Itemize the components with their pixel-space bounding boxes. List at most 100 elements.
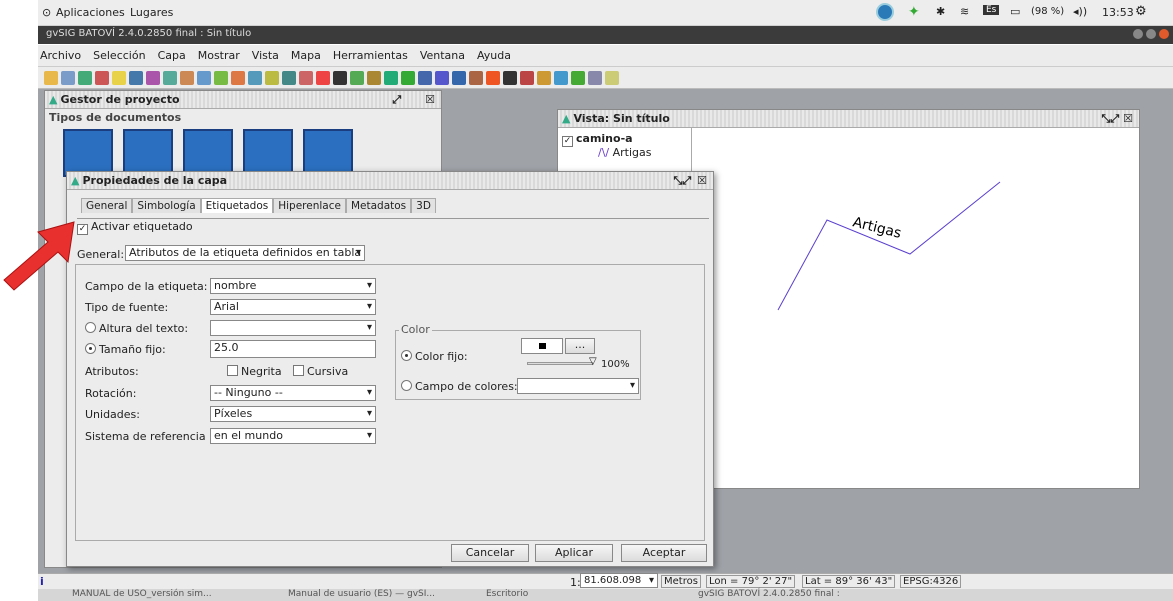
clock[interactable]: 13:53	[1102, 6, 1134, 19]
map-canvas[interactable]: Artigas	[692, 128, 1140, 488]
color-fijo-option[interactable]: Color fijo:	[401, 350, 468, 363]
bold-option[interactable]: Negrita	[227, 365, 282, 378]
menu-ayuda[interactable]: Ayuda	[477, 49, 511, 62]
toolbar-tool-icon[interactable]	[129, 70, 143, 85]
color-picker-button[interactable]: ...	[565, 338, 595, 354]
transparency-slider[interactable]	[527, 362, 593, 365]
altura-select[interactable]	[210, 320, 376, 336]
campo-colores-select[interactable]	[517, 378, 639, 394]
color-fijo-radio[interactable]	[401, 350, 412, 361]
toolbar-tool-icon[interactable]	[350, 70, 364, 85]
close-view-icon[interactable]: ☒	[1123, 112, 1133, 125]
task-item-browser[interactable]: Manual de usuario (ES) — gvSI...	[288, 589, 435, 599]
toolbar-tool-icon[interactable]	[299, 70, 313, 85]
slider-thumb-icon[interactable]: ▽	[589, 356, 597, 367]
tab-hiperenlace[interactable]: Hiperenlace	[273, 198, 346, 213]
toolbar-tool-icon[interactable]	[520, 70, 534, 85]
close-icon[interactable]	[1159, 29, 1169, 39]
toolbar-tool-icon[interactable]	[384, 70, 398, 85]
bold-checkbox[interactable]	[227, 365, 238, 376]
task-item-desktop[interactable]: Escritorio	[486, 589, 528, 599]
close-dialog-icon[interactable]: ☒	[697, 174, 707, 187]
altura-option[interactable]: Altura del texto:	[85, 322, 188, 335]
apply-button[interactable]: Aplicar	[535, 544, 613, 562]
menu-archivo[interactable]: Archivo	[40, 49, 81, 62]
activate-labeling[interactable]: ✓ Activar etiquetado	[77, 220, 193, 235]
minimize-icon[interactable]	[1133, 29, 1143, 39]
tab-metadatos[interactable]: Metadatos	[345, 198, 412, 213]
unidades-select[interactable]: Píxeles	[210, 406, 376, 422]
toolbar-tool-icon[interactable]	[469, 70, 483, 85]
menu-mapa[interactable]: Mapa	[291, 49, 321, 62]
map-doc-icon[interactable]	[183, 129, 233, 177]
toolbar-tool-icon[interactable]	[486, 70, 500, 85]
battery-icon[interactable]: ▭	[1010, 5, 1020, 18]
toolbar-tool-icon[interactable]	[248, 70, 262, 85]
toolbar-tool-icon[interactable]	[367, 70, 381, 85]
maximize-icon[interactable]	[1146, 29, 1156, 39]
toolbar-tool-icon[interactable]	[197, 70, 211, 85]
italic-option[interactable]: Cursiva	[293, 365, 348, 378]
restore-icon[interactable]: ⤡⤢	[674, 174, 692, 188]
toolbar-tool-icon[interactable]	[61, 70, 75, 85]
toolbar-tool-icon[interactable]	[588, 70, 602, 85]
close-panel-icon[interactable]: ☒	[425, 93, 435, 106]
layer-checkbox[interactable]: ✓	[562, 136, 573, 147]
rotacion-select[interactable]: -- Ninguno --	[210, 385, 376, 401]
toolbar-tool-icon[interactable]	[605, 70, 619, 85]
toolbar-tool-icon[interactable]	[282, 70, 296, 85]
campo-select[interactable]: nombre	[210, 278, 376, 294]
view-doc-icon[interactable]	[63, 129, 113, 177]
tamano-option[interactable]: Tamaño fijo:	[85, 343, 166, 356]
menu-mostrar[interactable]: Mostrar	[198, 49, 240, 62]
toolbar-tool-icon[interactable]	[44, 70, 58, 85]
toolbar-tool-icon[interactable]	[95, 70, 109, 85]
color-swatch[interactable]	[521, 338, 563, 354]
toolbar-tool-icon[interactable]	[78, 70, 92, 85]
tab-general[interactable]: General	[81, 198, 133, 213]
menu-herramientas[interactable]: Herramientas	[333, 49, 408, 62]
keyboard-layout[interactable]: Es	[983, 5, 1000, 15]
chart-doc-icon[interactable]	[243, 129, 293, 177]
restore-icon[interactable]: ⤡⤢	[1102, 112, 1120, 126]
toolbar-tool-icon[interactable]	[571, 70, 585, 85]
task-item-gvsig[interactable]: gvSIG BATOVÍ 2.4.0.2850 final :	[698, 589, 840, 599]
toolbar-tool-icon[interactable]	[401, 70, 415, 85]
general-select[interactable]: Atributos de la etiqueta definidos en ta…	[125, 245, 365, 261]
places-menu[interactable]: Lugares	[130, 6, 173, 19]
tamano-input[interactable]: 25.0	[210, 340, 376, 358]
tamano-radio[interactable]	[85, 343, 96, 354]
apps-menu[interactable]: Aplicaciones	[56, 6, 125, 19]
volume-icon[interactable]: ◂))	[1073, 5, 1087, 18]
toolbar-tool-icon[interactable]	[214, 70, 228, 85]
task-item-manual[interactable]: MANUAL de USO_versión sim...	[72, 589, 212, 599]
update-icon[interactable]	[876, 3, 894, 21]
toolbar-tool-icon[interactable]	[163, 70, 177, 85]
app-indicator-icon[interactable]: ✦	[908, 4, 920, 20]
layer-item[interactable]: ✓ camino-a	[562, 132, 633, 147]
menu-vista[interactable]: Vista	[252, 49, 279, 62]
menu-seleccion[interactable]: Selección	[93, 49, 145, 62]
activate-checkbox[interactable]: ✓	[77, 224, 88, 235]
toolbar-tool-icon[interactable]	[112, 70, 126, 85]
toolbar-tool-icon[interactable]	[503, 70, 517, 85]
menu-capa[interactable]: Capa	[158, 49, 186, 62]
tab-3d[interactable]: 3D	[411, 198, 436, 213]
toolbar-tool-icon[interactable]	[231, 70, 245, 85]
toolbar-tool-icon[interactable]	[180, 70, 194, 85]
settings-gear-icon[interactable]: ⚙	[1135, 4, 1147, 19]
toolbar-tool-icon[interactable]	[537, 70, 551, 85]
toolbar-tool-icon[interactable]	[435, 70, 449, 85]
toolbar-tool-icon[interactable]	[418, 70, 432, 85]
menu-ventana[interactable]: Ventana	[420, 49, 465, 62]
tab-etiquetados[interactable]: Etiquetados	[200, 198, 274, 213]
campo-colores-radio[interactable]	[401, 380, 412, 391]
sistema-select[interactable]: en el mundo	[210, 428, 376, 444]
wifi-icon[interactable]: ≋	[960, 5, 969, 18]
toolbar-tool-icon[interactable]	[265, 70, 279, 85]
toolbar-tool-icon[interactable]	[333, 70, 347, 85]
bluetooth-icon[interactable]: ✱	[936, 5, 945, 18]
italic-checkbox[interactable]	[293, 365, 304, 376]
restore-icon[interactable]: ⤢	[392, 93, 401, 107]
toolbar-tool-icon[interactable]	[554, 70, 568, 85]
